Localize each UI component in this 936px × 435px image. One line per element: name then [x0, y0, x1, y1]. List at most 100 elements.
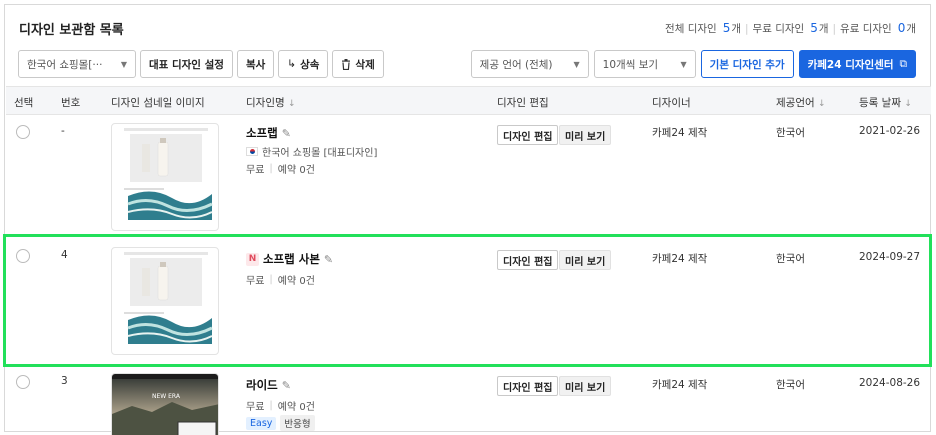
design-name: 라이드 ✎	[246, 377, 291, 393]
col-thumbnail: 디자인 섬네일 이미지	[111, 97, 205, 109]
paid-count: 0	[897, 21, 906, 35]
paid-count-unit: 개	[906, 23, 916, 35]
table-row: - 소프랩 ✎ 한국어 쇼핑몰 [대표디자인] 무료 | 예약 0건 디자인 편…	[6, 115, 931, 237]
total-count: 5	[722, 21, 731, 35]
set-main-design-button[interactable]: 대표 디자인 설정	[140, 50, 233, 78]
edit-design-button[interactable]: 디자인 편집	[497, 125, 559, 145]
row-number: -	[61, 125, 65, 137]
date: 2021-02-26	[859, 125, 921, 137]
designer: 카페24 제작	[652, 379, 708, 391]
chevron-down-icon: ▼	[573, 59, 580, 69]
price-text: 무료	[246, 402, 265, 413]
preview-button[interactable]: 미리 보기	[559, 125, 612, 145]
table-header: 선택 번호 디자인 섬네일 이미지 디자인명 ↓ 디자인 편집 디자이너 제공언…	[6, 86, 931, 115]
table-row: 4 N 소프랩 사본 ✎ 무료 | 예약 0건 디자인 편집 미리 보기 카페24	[6, 237, 931, 367]
reserve-text: 예약 0건	[277, 276, 315, 287]
korea-flag-icon	[246, 147, 258, 156]
pencil-icon[interactable]: ✎	[324, 253, 333, 266]
date: 2024-08-26	[859, 377, 921, 389]
design-counts: 전체 디자인 5개 | 무료 디자인 5개 | 유료 디자인 0개	[665, 21, 916, 35]
paid-count-label: 유료 디자인	[840, 23, 892, 35]
col-number: 번호	[61, 97, 81, 109]
right-toolbar: 제공 언어 (전체) ▼ 10개씩 보기 ▼ 기본 디자인 추가 카페24 디자…	[470, 50, 916, 78]
free-count: 5	[810, 21, 818, 35]
design-name: N 소프랩 사본 ✎	[246, 251, 333, 267]
design-archive-panel: 디자인 보관함 목록 전체 디자인 5개 | 무료 디자인 5개 | 유료 디자인 0개 한국…	[4, 4, 931, 435]
reserve-text: 예약 0건	[277, 402, 315, 413]
date: 2024-09-27	[859, 251, 921, 263]
design-name-text: 라이드	[246, 378, 278, 392]
shop-select[interactable]: 한국어 쇼핑몰[··· ▼	[18, 50, 136, 78]
row-number: 3	[61, 375, 68, 387]
delete-button[interactable]: 삭제	[332, 50, 384, 78]
row-number: 4	[61, 249, 68, 261]
inherit-label: 상속	[300, 58, 320, 71]
design-name: 소프랩 ✎	[246, 125, 291, 141]
col-designer: 디자이너	[652, 97, 691, 109]
designer: 카페24 제작	[652, 253, 708, 265]
free-count-label: 무료 디자인	[752, 23, 805, 35]
col-language-label: 제공언어	[776, 97, 815, 109]
design-thumbnail: NEW ERA	[111, 373, 219, 435]
design-thumbnail	[111, 247, 219, 355]
action-toolbar: 한국어 쇼핑몰[··· ▼ 대표 디자인 설정 복사 ↳ 상속 삭제	[18, 50, 384, 78]
pencil-icon[interactable]: ✎	[282, 127, 291, 140]
edit-design-button[interactable]: 디자인 편집	[497, 250, 559, 270]
col-language[interactable]: 제공언어 ↓	[776, 95, 826, 110]
col-name-label: 디자인명	[246, 97, 285, 109]
delete-label: 삭제	[355, 58, 375, 71]
sort-arrow-icon: ↓	[287, 99, 296, 109]
row-select-radio[interactable]	[16, 249, 30, 263]
price-text: 무료	[246, 165, 265, 176]
shop-select-value: 한국어 쇼핑몰[···	[27, 58, 103, 71]
free-count-unit: 개	[818, 23, 829, 35]
design-name-text: 소프랩 사본	[263, 252, 320, 266]
designer: 카페24 제작	[652, 127, 708, 139]
trash-icon	[342, 58, 351, 70]
edit-design-button[interactable]: 디자인 편집	[497, 376, 559, 396]
thumbnail-image	[124, 128, 213, 220]
new-badge: N	[246, 252, 259, 266]
page-size-select[interactable]: 10개씩 보기 ▼	[593, 50, 696, 78]
table-row: 3 NEW ERA 라이드 ✎ 무료 | 예약 0건 Easy 반응형 디자인 …	[6, 367, 931, 435]
price-reserve: 무료 | 예약 0건	[246, 400, 315, 413]
reserve-text: 예약 0건	[277, 165, 315, 176]
design-thumbnail	[111, 123, 219, 231]
copy-button[interactable]: 복사	[236, 50, 275, 78]
design-center-button[interactable]: 카페24 디자인센터 ⧉	[798, 50, 916, 78]
add-basic-design-button[interactable]: 기본 디자인 추가	[700, 50, 794, 78]
col-select: 선택	[14, 97, 34, 109]
sort-arrow-icon: ↓	[904, 99, 912, 109]
easy-tag: Easy	[246, 416, 277, 430]
language: 한국어	[776, 253, 805, 265]
inherit-button[interactable]: ↳ 상속	[278, 50, 329, 78]
external-link-icon: ⧉	[899, 57, 908, 70]
col-name[interactable]: 디자인명 ↓	[246, 95, 296, 110]
language: 한국어	[776, 127, 805, 139]
pencil-icon[interactable]: ✎	[282, 379, 291, 392]
total-count-unit: 개	[731, 23, 741, 35]
design-tags: Easy 반응형	[246, 415, 315, 431]
responsive-tag: 반응형	[280, 415, 315, 431]
col-date[interactable]: 등록 날짜 ↓	[859, 95, 912, 110]
chevron-down-icon: ▼	[680, 59, 687, 69]
row-select-radio[interactable]	[16, 375, 30, 389]
design-center-label: 카페24 디자인센터	[807, 58, 894, 71]
language-filter-select[interactable]: 제공 언어 (전체) ▼	[470, 50, 589, 78]
chevron-down-icon: ▼	[120, 59, 127, 69]
row-select-radio[interactable]	[16, 125, 30, 139]
language: 한국어	[776, 379, 805, 391]
inherit-arrow-icon: ↳	[287, 58, 297, 70]
page-size-value: 10개씩 보기	[602, 58, 659, 71]
price-reserve: 무료 | 예약 0건	[246, 274, 315, 287]
price-reserve: 무료 | 예약 0건	[246, 163, 315, 176]
price-text: 무료	[246, 276, 265, 287]
preview-button[interactable]: 미리 보기	[559, 250, 612, 270]
language-filter-value: 제공 언어 (전체)	[479, 58, 553, 71]
shop-assignment-text: 한국어 쇼핑몰 [대표디자인]	[262, 148, 378, 159]
col-edit: 디자인 편집	[497, 97, 549, 109]
preview-button[interactable]: 미리 보기	[559, 376, 612, 396]
shop-assignment: 한국어 쇼핑몰 [대표디자인]	[246, 144, 377, 159]
design-name-text: 소프랩	[246, 126, 278, 140]
sort-arrow-icon: ↓	[817, 99, 826, 109]
